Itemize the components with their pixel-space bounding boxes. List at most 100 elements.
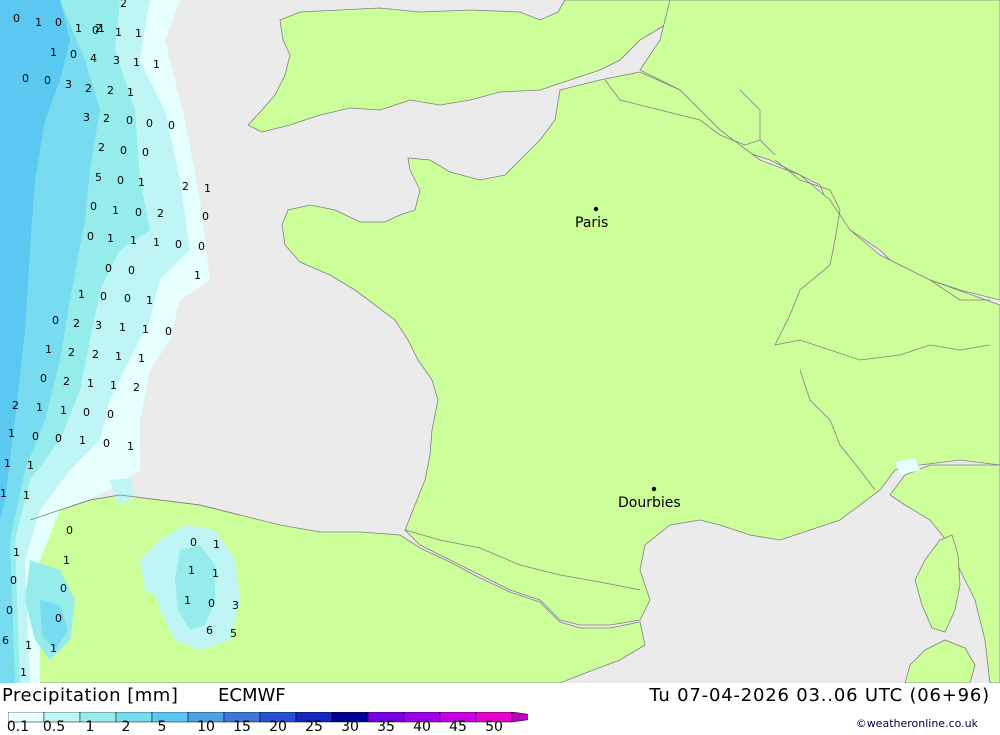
precip-value: 1: [153, 58, 160, 71]
precip-value: 6: [2, 634, 9, 647]
precip-value: 1: [79, 434, 86, 447]
precip-value: 0: [107, 408, 114, 421]
precip-value: 1: [75, 22, 82, 35]
precipitation-map: Paris Dourbies 2101012110431110322100320…: [0, 0, 1000, 683]
precip-value: 1: [188, 564, 195, 577]
precip-value: 1: [20, 666, 27, 679]
precip-value: 1: [204, 182, 211, 195]
precip-value: 0: [55, 612, 62, 625]
precip-value: 0: [198, 240, 205, 253]
precip-value: 5: [230, 627, 237, 640]
precip-value: 2: [73, 317, 80, 330]
valid-datetime: Tu 07-04-2026 03..06 UTC (06+96): [649, 685, 990, 706]
precip-value: 0: [66, 524, 73, 537]
precip-value: 2: [85, 82, 92, 95]
precip-value: 1: [127, 86, 134, 99]
precip-value: 0: [55, 16, 62, 29]
precip-value: 0: [165, 325, 172, 338]
precip-value: 0: [60, 582, 67, 595]
precip-value: 0: [44, 74, 51, 87]
precip-value: 1: [119, 321, 126, 334]
precip-value: 1: [112, 204, 119, 217]
precip-value: 0: [190, 536, 197, 549]
precip-value: 0: [55, 432, 62, 445]
land-corsica: [914, 534, 961, 633]
color-scale-arrow: [511, 711, 549, 723]
precip-value: 0: [135, 206, 142, 219]
precip-value: 3: [83, 111, 90, 124]
precip-value: 2: [120, 0, 127, 10]
precip-value: 0: [32, 430, 39, 443]
precip-value: 0: [168, 119, 175, 132]
precip-value: 0: [128, 264, 135, 277]
precip-value: 5: [95, 171, 102, 184]
precip-value: 1: [107, 232, 114, 245]
precip-value: 1: [138, 176, 145, 189]
precip-value: 0: [117, 174, 124, 187]
precip-value: 2: [133, 381, 140, 394]
map-title: Precipitation [mm]: [2, 685, 179, 706]
map-footer: Precipitation [mm] ECMWF Tu 07-04-2026 0…: [0, 683, 1000, 735]
precip-value: 1: [50, 642, 57, 655]
model-name: ECMWF: [218, 685, 286, 706]
precip-value: 1: [115, 350, 122, 363]
precip-value: 0: [22, 72, 29, 85]
precip-value: 2: [107, 84, 114, 97]
precip-value: 1: [135, 27, 142, 40]
precip-value: 0: [105, 262, 112, 275]
precip-value: 1: [110, 379, 117, 392]
precip-value: 2: [157, 207, 164, 220]
precip-value: 0: [120, 144, 127, 157]
precip-value: 1: [213, 538, 220, 551]
precip-value: 1: [60, 404, 67, 417]
map-canvas: Paris Dourbies 21 0 1 0 12 1 104 3 1 11 03 2 2 1003 2 0…: [0, 0, 1000, 683]
precip-value: 1: [27, 459, 34, 472]
precip-value: 1: [184, 594, 191, 607]
precip-value: 1: [35, 16, 42, 29]
precip-value: 0: [70, 48, 77, 61]
precip-value: 1: [127, 440, 134, 453]
precip-value: 0: [175, 238, 182, 251]
precip-value: 1: [45, 343, 52, 356]
precip-value: 1: [194, 269, 201, 282]
precip-value: 3: [95, 319, 102, 332]
precip-value: 1: [78, 288, 85, 301]
precip-value: 0: [87, 230, 94, 243]
precip-value: 1: [23, 489, 30, 502]
precip-value: 0: [40, 372, 47, 385]
precip-value: 1: [133, 56, 140, 69]
precip-value: 2: [103, 112, 110, 125]
precip-value: 1: [87, 377, 94, 390]
precip-value: 2: [182, 180, 189, 193]
precip-value: 3: [65, 78, 72, 91]
precip-value: 2: [63, 375, 70, 388]
precip-value: 1: [50, 46, 57, 59]
precip-value: 0: [100, 290, 107, 303]
precip-value: 0: [146, 117, 153, 130]
precip-value: 1: [4, 457, 11, 470]
precip-value: 4: [90, 52, 97, 65]
precip-value: 0: [6, 604, 13, 617]
credit-link[interactable]: ©weatheronline.co.uk: [856, 717, 978, 730]
precip-value: 1: [153, 236, 160, 249]
precip-value: 0: [10, 574, 17, 587]
precip-value: 0: [103, 437, 110, 450]
precip-value: 3: [232, 599, 239, 612]
precip-value: 0: [208, 597, 215, 610]
precip-value: 0: [90, 200, 97, 213]
precip-value: 0: [52, 314, 59, 327]
precip-value: 0: [124, 292, 131, 305]
precip-value: 1: [130, 234, 137, 247]
svg-text:Dourbies: Dourbies: [618, 495, 681, 511]
precip-value: 1: [13, 546, 20, 559]
precip-value: 6: [206, 624, 213, 637]
precip-value: 1: [63, 554, 70, 567]
precip-value: 2: [12, 399, 19, 412]
precip-value: 0: [202, 210, 209, 223]
precip-value: 1: [142, 323, 149, 336]
precip-value: 0: [126, 114, 133, 127]
precip-value: 3: [113, 54, 120, 67]
precip-value: 1: [36, 401, 43, 414]
precip-value: 2: [68, 346, 75, 359]
precip-value: 1: [146, 294, 153, 307]
